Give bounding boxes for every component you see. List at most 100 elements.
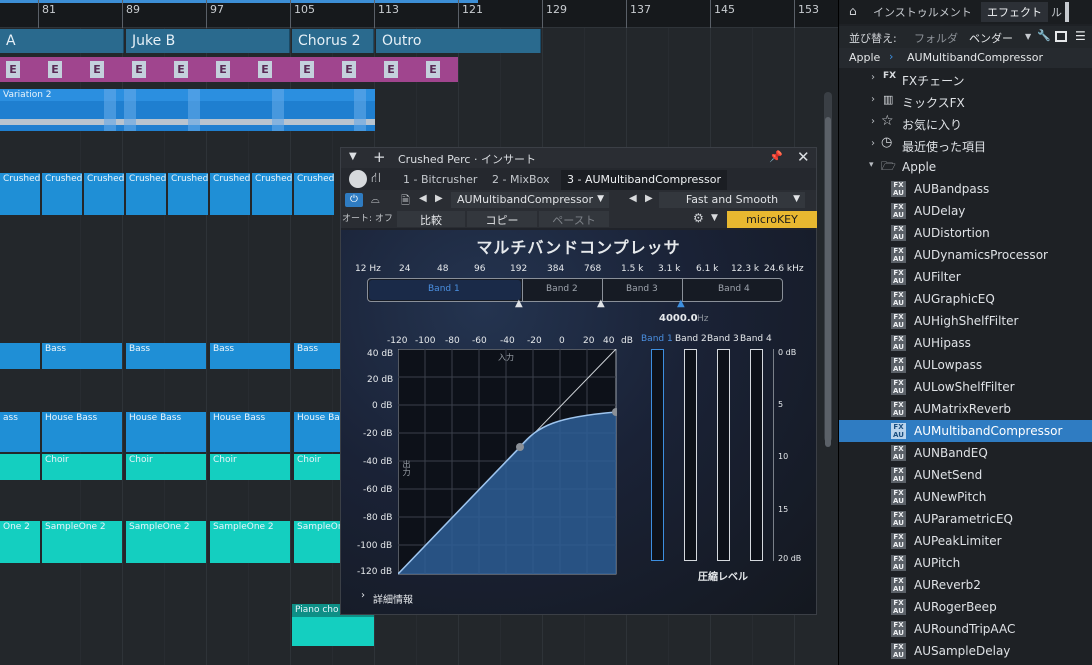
folder-favorites[interactable]: › ☆ お気に入り bbox=[839, 112, 1092, 134]
tab-effects[interactable]: エフェクト bbox=[981, 2, 1048, 22]
event-tile[interactable]: E bbox=[48, 61, 62, 78]
folder-fx-chains[interactable]: › FX FXチェーン bbox=[839, 68, 1092, 90]
scrollbar-thumb[interactable] bbox=[825, 117, 831, 447]
clip-sampleone[interactable]: SampleOne 2 bbox=[42, 521, 122, 563]
event-tile[interactable]: E bbox=[426, 61, 440, 78]
tab-mixbox[interactable]: 2 - MixBox bbox=[486, 170, 555, 190]
band-selector[interactable]: Band 1 Band 2 Band 3 Band 4 bbox=[367, 278, 783, 302]
tab-loops[interactable]: ル bbox=[1051, 4, 1062, 20]
chevron-right-icon[interactable]: › bbox=[871, 138, 875, 149]
clip-crushed[interactable]: Crushed bbox=[168, 173, 208, 215]
event-tile[interactable]: E bbox=[342, 61, 356, 78]
folder-apple[interactable]: ▾ 🗁 Apple bbox=[839, 156, 1092, 178]
chevron-right-icon[interactable]: › bbox=[871, 94, 875, 105]
microkey-button[interactable]: microKEY bbox=[727, 211, 817, 228]
next-preset-icon[interactable]: ▶ bbox=[645, 193, 653, 204]
chevron-down-icon[interactable]: ▾ bbox=[869, 160, 874, 170]
compare-button[interactable]: 比較 bbox=[397, 211, 465, 227]
marker-outro[interactable]: Outro bbox=[376, 29, 541, 53]
sort-vendor-option[interactable]: ベンダー bbox=[969, 30, 1013, 46]
clip-sampleone[interactable]: SampleOne 2 bbox=[210, 521, 290, 563]
list-item[interactable]: FX AU AUBandpass bbox=[839, 178, 1092, 200]
list-item[interactable]: FX AU AUReverb2 bbox=[839, 574, 1092, 596]
sort-folder-option[interactable]: フォルダ bbox=[914, 30, 958, 46]
clip-crushed[interactable]: Crushed bbox=[42, 173, 82, 215]
list-item[interactable]: FX AU AUDistortion bbox=[839, 222, 1092, 244]
paste-button[interactable]: ペースト bbox=[539, 211, 609, 227]
marker-a[interactable]: A bbox=[0, 29, 124, 53]
chevron-right-icon[interactable]: › bbox=[361, 590, 365, 601]
list-item[interactable]: FX AU AUPeakLimiter bbox=[839, 530, 1092, 552]
clip-house-bass[interactable]: House Bass bbox=[42, 412, 122, 452]
power-knob-icon[interactable] bbox=[349, 170, 367, 188]
clip-house-bass[interactable]: House Bass bbox=[126, 412, 206, 452]
chevron-right-icon[interactable]: › bbox=[871, 116, 875, 127]
chevron-right-icon[interactable]: › bbox=[871, 72, 875, 83]
list-item[interactable]: FX AU AUSampleDelay bbox=[839, 640, 1092, 662]
list-item[interactable]: FX AU AULowpass bbox=[839, 354, 1092, 376]
view-icon[interactable] bbox=[1055, 31, 1067, 42]
gear-icon[interactable]: ⚙ bbox=[693, 211, 704, 225]
prev-preset-icon[interactable]: ◀ bbox=[629, 193, 637, 204]
loop-range-bar[interactable] bbox=[0, 0, 478, 3]
crossover-handle-icon[interactable]: ▲ bbox=[515, 298, 523, 309]
list-item[interactable]: FX AU AULowShelfFilter bbox=[839, 376, 1092, 398]
chevron-down-icon[interactable]: ▼ bbox=[711, 213, 718, 223]
plugin-selector[interactable]: AUMultibandCompressor ▼ bbox=[451, 192, 609, 208]
list-item[interactable]: FX AU AUDelay bbox=[839, 200, 1092, 222]
list-item[interactable]: FX AU AUNewPitch bbox=[839, 486, 1092, 508]
chevron-down-icon[interactable]: ▼ bbox=[1025, 32, 1031, 41]
clip-choir[interactable]: Choir bbox=[294, 454, 340, 480]
copy-button[interactable]: コピー bbox=[467, 211, 537, 227]
chevron-down-icon[interactable]: ▼ bbox=[349, 151, 357, 162]
breadcrumb-leaf[interactable]: AUMultibandCompressor bbox=[907, 51, 1043, 64]
clip-sampleone[interactable]: SampleOne 2 bbox=[126, 521, 206, 563]
wrench-icon[interactable]: 🔧 bbox=[1037, 29, 1051, 42]
list-item[interactable]: FX AU AURoundTripAAC bbox=[839, 618, 1092, 640]
tab-instruments[interactable]: インストゥルメント bbox=[873, 4, 972, 20]
event-tile[interactable]: E bbox=[90, 61, 104, 78]
clip-variation[interactable]: Variation 2 bbox=[0, 89, 375, 131]
clip-crushed[interactable]: Crushed bbox=[0, 173, 40, 215]
plugin-titlebar[interactable]: ▼ + Crushed Perc · インサート 📌 ✕ bbox=[341, 148, 816, 168]
clip-house-bass[interactable]: ass bbox=[0, 412, 40, 452]
clip-bass[interactable] bbox=[0, 343, 40, 369]
clip-house-bass[interactable]: House Bass bbox=[210, 412, 290, 452]
list-item-selected[interactable]: FX AU AUMultibandCompressor bbox=[839, 420, 1092, 442]
event-tile[interactable]: E bbox=[258, 61, 272, 78]
clip-choir[interactable]: Choir bbox=[42, 454, 122, 480]
event-tile[interactable]: E bbox=[132, 61, 146, 78]
clip-crushed[interactable]: Crushed bbox=[210, 173, 250, 215]
add-icon[interactable]: + bbox=[373, 148, 386, 166]
event-tile[interactable]: E bbox=[6, 61, 20, 78]
folder-recent[interactable]: › ◷ 最近使った項目 bbox=[839, 134, 1092, 156]
preset-selector[interactable]: Fast and Smooth ▼ bbox=[659, 192, 805, 208]
clip-choir[interactable] bbox=[0, 454, 40, 480]
event-tile[interactable]: E bbox=[174, 61, 188, 78]
document-icon[interactable]: 🗎 bbox=[401, 192, 410, 211]
plugin-window[interactable]: ▼ + Crushed Perc · インサート 📌 ✕ ⛙ 1 - Bitcr… bbox=[340, 147, 817, 615]
crossover-handle-icon[interactable]: ▲ bbox=[597, 298, 605, 309]
clip-crushed[interactable]: Crushed bbox=[252, 173, 292, 215]
marker-juke-b[interactable]: Juke B bbox=[126, 29, 290, 53]
crossover-value[interactable]: 4000.0 bbox=[659, 313, 698, 324]
clip-bass[interactable]: Bass bbox=[294, 343, 340, 369]
clip-house-bass[interactable]: House Bass bbox=[294, 412, 340, 452]
clip-choir[interactable]: Choir bbox=[210, 454, 290, 480]
clip-crushed[interactable]: Crushed bbox=[294, 173, 334, 215]
event-track[interactable]: E E E E E E E E E E E bbox=[0, 57, 458, 82]
clip-crushed[interactable]: Crushed bbox=[84, 173, 124, 215]
prev-plugin-icon[interactable]: ◀ bbox=[419, 193, 427, 204]
list-item[interactable]: FX AU AUParametricEQ bbox=[839, 508, 1092, 530]
list-item[interactable]: FX AU AUNetSend bbox=[839, 464, 1092, 486]
list-item[interactable]: FX AU AUNBandEQ bbox=[839, 442, 1092, 464]
compression-curve-graph[interactable] bbox=[398, 349, 617, 575]
routing-icon[interactable]: ⛙ bbox=[371, 170, 381, 188]
list-item[interactable]: FX AU AUPitch bbox=[839, 552, 1092, 574]
breadcrumb-root[interactable]: Apple bbox=[849, 51, 880, 64]
list-item[interactable]: FX AU AUFilter bbox=[839, 266, 1092, 288]
list-item[interactable]: FX AU AUMatrixReverb bbox=[839, 398, 1092, 420]
clip-sampleone[interactable]: One 2 bbox=[0, 521, 40, 563]
clip-bass[interactable]: Bass bbox=[126, 343, 206, 369]
automation-icon[interactable]: ⌓ bbox=[371, 193, 380, 207]
